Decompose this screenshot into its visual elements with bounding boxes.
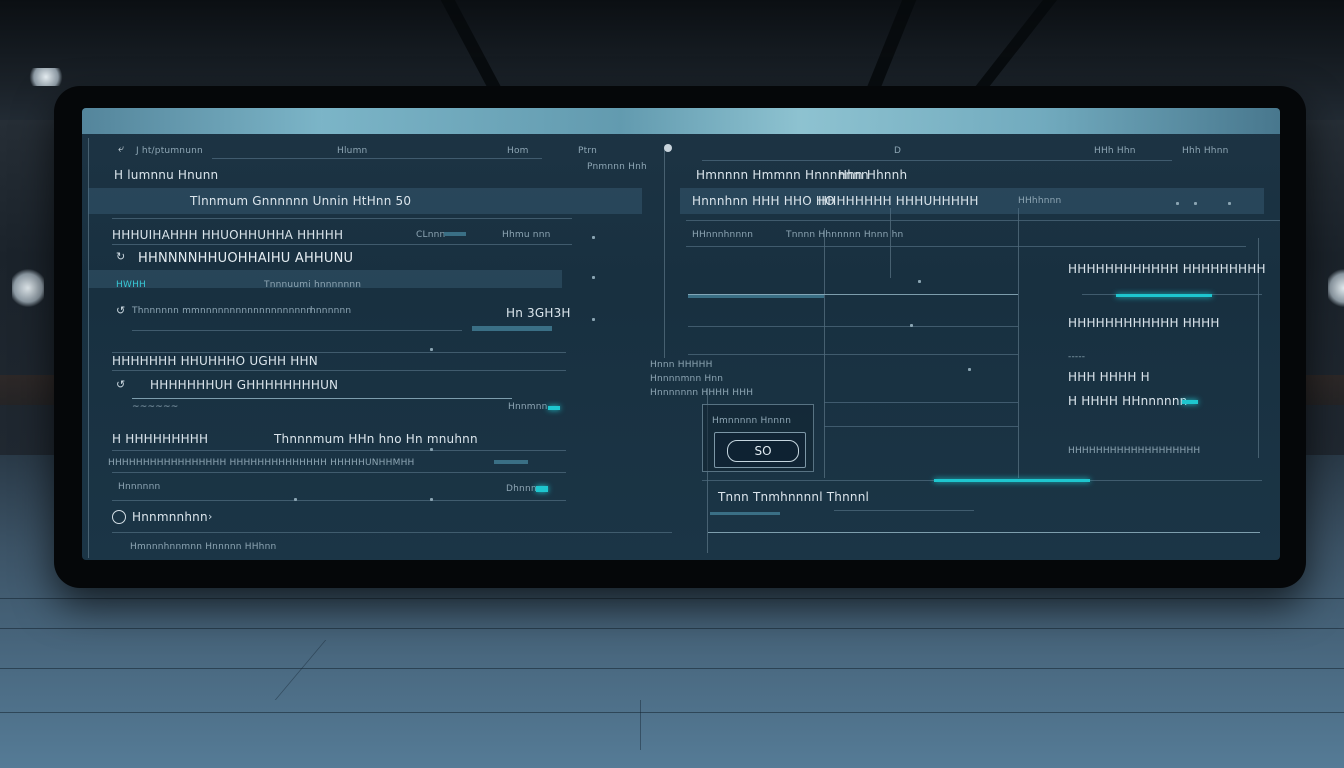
footer-link[interactable]: Hnnmnnhnn	[132, 510, 208, 524]
right-header-col1[interactable]: D	[894, 146, 901, 156]
left-row-label: HWHH	[116, 280, 147, 290]
left-row-tag: Hnnmnn	[508, 402, 548, 412]
left-row-value: CLnnn	[416, 230, 446, 240]
left-header-col1[interactable]: Hlumn	[337, 146, 367, 156]
footer-caption: Hmnnnhnnmnn Hnnnnn HHhnn	[130, 542, 277, 552]
right-header-col2[interactable]: HHh Hhn	[1094, 146, 1136, 156]
left-subtitle: H lumnnu Hnunn	[114, 168, 219, 182]
left-header-col2[interactable]: Hom	[507, 146, 529, 156]
left-row-label: Thnnnnnn mmnnnnnnnnnnnnnnnnnnn	[132, 306, 313, 316]
card-title: Hmnnnnn Hnnnn	[712, 416, 792, 426]
right-header-col3[interactable]: Hhh Hhnn	[1182, 146, 1229, 156]
status-circle-icon[interactable]	[112, 510, 126, 524]
left-row-value: Tnnnuumi hnnnnnnn	[264, 280, 362, 290]
left-row-tag: Hhmu nnn	[502, 230, 551, 240]
left-row-value: hnnnnnn	[310, 306, 352, 316]
side-item[interactable]: HHH HHHH H	[1068, 370, 1150, 384]
side-item[interactable]: H HHHH HHnnnnnn	[1068, 394, 1187, 408]
mid-label: Hnnnnnnn HHHH HHH	[650, 388, 754, 398]
left-row-tag: Hn 3GH3H	[506, 306, 571, 320]
chevron-right-icon[interactable]: ›	[208, 510, 212, 523]
left-row-label: HHHHHHHUH GHHHHHHHHUN	[150, 378, 339, 392]
right-footer-title: Tnnn Tnmhnnnnl Thnnnl	[718, 490, 870, 504]
left-header-title: J ht/ptumnunn	[136, 146, 203, 156]
wall-lamp	[1328, 268, 1344, 308]
left-row-label: Hnnnnnn	[118, 482, 161, 492]
card-toggle-button[interactable]: SO	[727, 440, 799, 462]
side-item[interactable]: HHHHHHHHHHHH HHHHHHHHH	[1068, 262, 1266, 276]
window-glow-bar	[82, 108, 1280, 134]
wall-lamp	[12, 268, 44, 308]
card-toggle[interactable]: SO	[714, 432, 806, 468]
right-row-value: Tnnnn Hhnnnnn Hnnn hn	[786, 230, 904, 240]
left-header-col4[interactable]: Pnmnnn Hnh	[587, 162, 647, 172]
side-item[interactable]: HHHHHHHHHHHHHHHHHHH	[1068, 446, 1200, 456]
right-band-mid: HHHHHHHH HHHUHHHHH	[818, 194, 979, 208]
mid-label: Hnnn HHHHH	[650, 360, 713, 370]
left-band-title: Tlnnmum Gnnnnnn Unnin HtHnn 50	[190, 194, 412, 208]
right-band-right: HHhhnnn	[1018, 196, 1062, 206]
dashboard-screen: ⤶ J ht/ptumnunn Hlumn Hom Ptrn Pnmnnn Hn…	[82, 108, 1280, 560]
camera-dot-icon	[664, 144, 672, 152]
left-row-label: HHNNNNHHUOHHAIHU AHHUNU	[138, 251, 354, 266]
left-row-value: Thnnnmum HHn hno Hn mnuhnn	[274, 432, 478, 446]
side-item[interactable]: HHHHHHHHHHHH HHHH	[1068, 316, 1220, 330]
left-row-label: H HHHHHHHHH	[112, 432, 209, 446]
right-band-title: Hnnnhnn HHH HHO HO	[692, 194, 835, 208]
left-row-label: HHHUIHAHHH HHUOHHUHHA HHHHH	[112, 228, 344, 242]
ceiling-lamp	[26, 68, 66, 86]
right-subtitle-value: Hhn Hhnnh	[838, 168, 908, 182]
right-row-label: HHnnnhnnnn	[692, 230, 754, 240]
left-row-label: HHHHHHHHHHHHHHHHH HHHHHHHHHHHHHH HHHHHUN…	[108, 458, 415, 468]
left-row-label: HHHHHHH HHUHHHO UGHH HHN	[112, 354, 318, 368]
left-header-col3[interactable]: Ptrn	[578, 146, 597, 156]
back-arrow-icon[interactable]: ⤶	[118, 142, 124, 156]
refresh-icon[interactable]: ↺	[116, 378, 125, 391]
expand-arrow-icon[interactable]: ↻	[116, 250, 125, 263]
refresh-icon[interactable]: ↺	[116, 304, 125, 317]
mid-label: Hnnnnmnn Hnn	[650, 374, 724, 384]
tablet-device: ⤶ J ht/ptumnunn Hlumn Hom Ptrn Pnmnnn Hn…	[54, 86, 1306, 588]
